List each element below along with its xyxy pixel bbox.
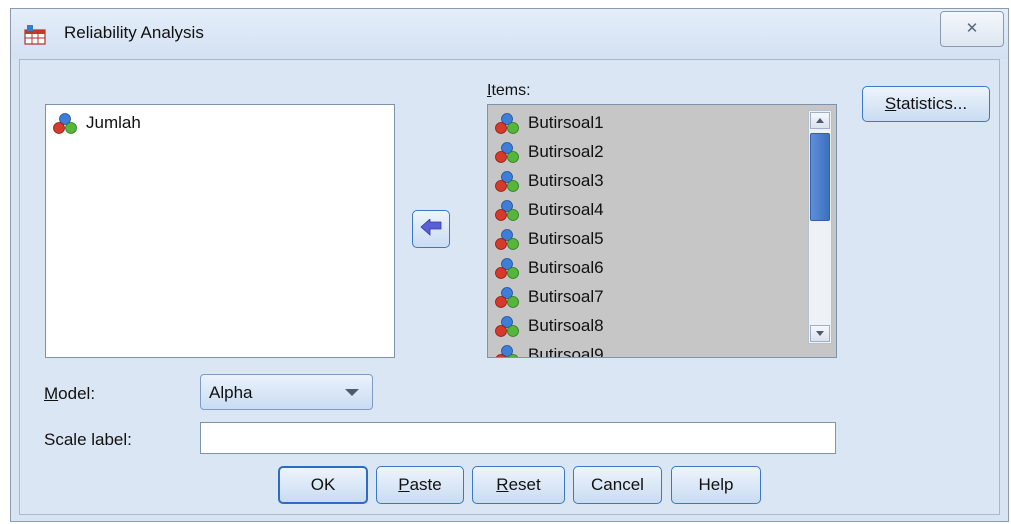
variable-name: Butirsoal3 (528, 171, 604, 190)
ok-button[interactable]: OK (278, 466, 368, 504)
scale-variable-icon (495, 142, 519, 163)
scale-variable-icon (495, 287, 519, 308)
cancel-button[interactable]: Cancel (573, 466, 662, 504)
scale-label-label: Scale label: (44, 430, 132, 449)
list-item[interactable]: Butirsoal5 (488, 225, 836, 254)
scale-variable-icon-wrap (494, 345, 520, 357)
close-button[interactable]: ✕ (940, 11, 1004, 47)
title-bar: Reliability Analysis ✕ (11, 9, 1008, 59)
list-item[interactable]: Butirsoal3 (488, 167, 836, 196)
variable-name: Butirsoal2 (528, 142, 604, 161)
scale-variable-icon (495, 171, 519, 192)
model-label: Model: (44, 384, 96, 403)
variable-name: Butirsoal5 (528, 229, 604, 248)
variable-name: Butirsoal4 (528, 200, 604, 219)
scroll-up-button[interactable] (810, 112, 830, 129)
scale-variable-icon-wrap (494, 113, 520, 140)
variable-name: Butirsoal7 (528, 287, 604, 306)
scale-variable-icon-wrap (494, 200, 520, 227)
scale-variable-icon-wrap (494, 229, 520, 256)
scale-variable-icon (495, 113, 519, 134)
reliability-analysis-dialog: Reliability Analysis ✕ Jumlah Items: But… (10, 8, 1009, 522)
move-item-button[interactable] (412, 210, 450, 248)
scale-variable-icon-wrap (494, 316, 520, 343)
scale-variable-icon-wrap (494, 287, 520, 314)
variable-name: Jumlah (86, 113, 141, 132)
model-dropdown[interactable]: Alpha (200, 374, 373, 410)
list-item[interactable]: Butirsoal7 (488, 283, 836, 312)
scale-variable-icon (495, 345, 519, 357)
scale-variable-icon (495, 229, 519, 250)
list-item[interactable]: Butirsoal1 (488, 109, 836, 138)
chevron-down-icon (816, 331, 824, 336)
dialog-content: Jumlah Items: Butirsoal1 Butirsoal2 Butirs… (19, 59, 1000, 515)
variable-name: Butirsoal6 (528, 258, 604, 277)
spss-table-icon (24, 25, 46, 45)
chevron-down-icon (345, 389, 359, 396)
list-item[interactable]: Butirsoal8 (488, 312, 836, 341)
scale-variable-icon-wrap (494, 142, 520, 169)
model-selected-value: Alpha (209, 383, 253, 402)
items-list[interactable]: Butirsoal1 Butirsoal2 Butirsoal3 Butirsoal4… (487, 104, 837, 358)
variable-name: Butirsoal9 (528, 345, 604, 358)
scale-variable-icon (53, 113, 77, 134)
scale-variable-icon (495, 258, 519, 279)
items-label: Items: (487, 82, 531, 99)
list-item[interactable]: Butirsoal4 (488, 196, 836, 225)
scale-variable-icon-wrap (494, 258, 520, 285)
items-scrollbar[interactable] (808, 110, 832, 344)
list-item[interactable]: Butirsoal6 (488, 254, 836, 283)
items-list-container: Butirsoal1 Butirsoal2 Butirsoal3 Butirsoal4… (488, 109, 836, 358)
reset-button[interactable]: Reset (472, 466, 565, 504)
close-icon: ✕ (965, 20, 979, 37)
scale-label-input[interactable] (200, 422, 836, 454)
chevron-up-icon (816, 118, 824, 123)
scale-variable-icon (495, 316, 519, 337)
list-item[interactable]: Jumlah (46, 109, 394, 138)
scale-variable-icon-wrap (494, 171, 520, 198)
paste-button[interactable]: Paste (376, 466, 464, 504)
variable-name: Butirsoal1 (528, 113, 604, 132)
dialog-title: Reliability Analysis (64, 23, 204, 42)
statistics-button[interactable]: Statistics... (862, 86, 990, 122)
left-arrow-icon (420, 218, 442, 236)
scroll-down-button[interactable] (810, 325, 830, 342)
variable-name: Butirsoal8 (528, 316, 604, 335)
list-item[interactable]: Butirsoal2 (488, 138, 836, 167)
source-variable-list[interactable]: Jumlah (45, 104, 395, 358)
scale-variable-icon (495, 200, 519, 221)
help-button[interactable]: Help (671, 466, 761, 504)
list-item[interactable]: Butirsoal9 (488, 341, 836, 358)
scroll-thumb[interactable] (810, 133, 830, 221)
